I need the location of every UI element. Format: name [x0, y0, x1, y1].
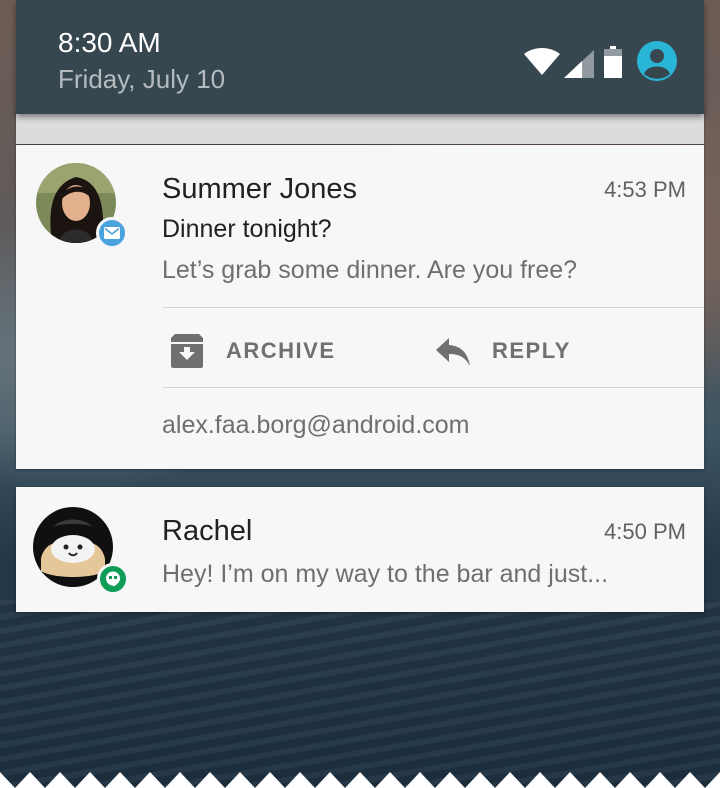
signal-icon	[564, 50, 594, 78]
subject: Dinner tonight?	[162, 215, 332, 243]
battery-icon	[604, 46, 622, 78]
timestamp: 4:50 PM	[604, 519, 686, 544]
archive-icon	[171, 334, 203, 368]
email-icon	[96, 217, 128, 249]
divider	[163, 307, 704, 308]
reply-button[interactable]: REPLY	[434, 327, 571, 375]
divider	[163, 387, 704, 388]
reply-label: REPLY	[492, 338, 571, 363]
sender-name: Rachel	[162, 515, 253, 547]
archive-label: ARCHIVE	[226, 338, 336, 363]
zigzag-edge	[0, 772, 720, 788]
account-icon[interactable]	[636, 40, 678, 82]
wallpaper-waves	[0, 600, 720, 788]
notification-card-rachel[interactable]: Rachel 4:50 PM Hey! I’m on my way to the…	[16, 487, 704, 612]
hangouts-icon	[97, 563, 129, 595]
archive-button[interactable]: ARCHIVE	[168, 327, 336, 375]
date: Friday, July 10	[58, 64, 226, 94]
clock: 8:30 AM	[58, 27, 161, 58]
reply-icon	[436, 338, 470, 366]
message-preview: Hey! I’m on my way to the bar and just..…	[162, 560, 609, 588]
notification-card-summer-jones[interactable]: Summer Jones 4:53 PM Dinner tonight? Let…	[16, 145, 704, 469]
wifi-icon	[524, 48, 560, 75]
account-email: alex.faa.borg@android.com	[162, 411, 470, 439]
status-shade[interactable]: 8:30 AM Friday, July 10	[16, 0, 704, 114]
message-preview: Let’s grab some dinner. Are you free?	[162, 256, 578, 284]
sender-name: Summer Jones	[162, 173, 358, 205]
timestamp: 4:53 PM	[604, 177, 686, 202]
